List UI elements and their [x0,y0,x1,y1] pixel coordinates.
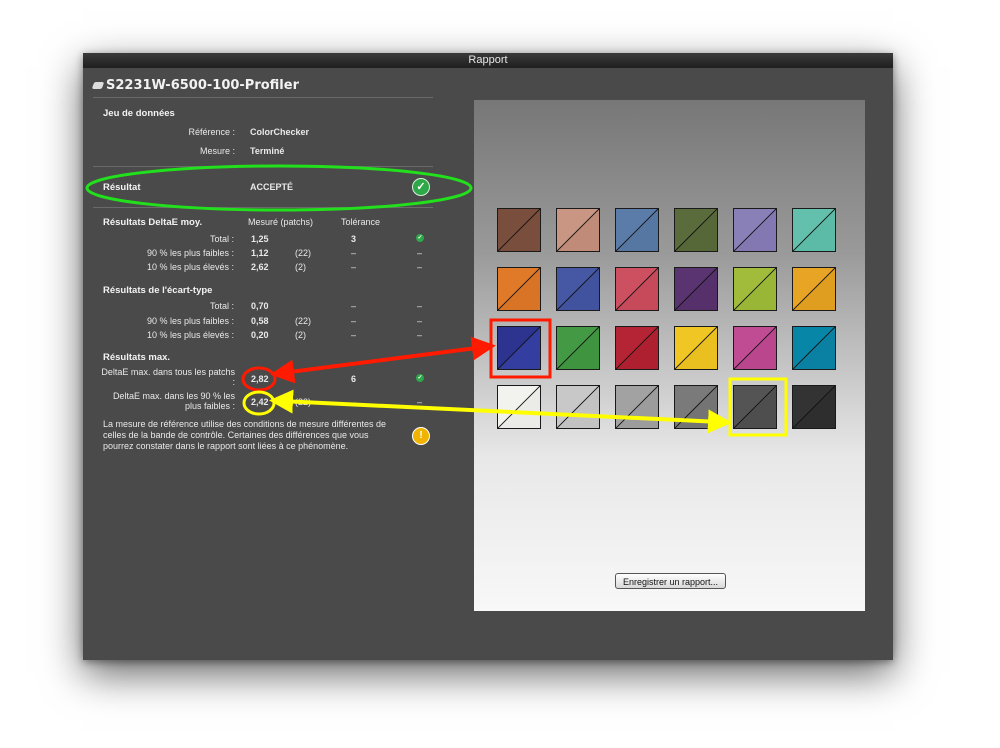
colorchecker-panel: Enregistrer un rapport... [474,100,865,611]
divider [93,166,433,167]
profile-title-text: S2231W-6500-100-Profiler [106,78,299,93]
check-icon: ✓ [416,234,424,242]
deltae-90-patches: (22) [295,248,312,258]
color-patch [792,267,836,311]
deltae-10-label: 10 % les plus élevés : [146,262,234,272]
deltae-total-value: 1,25 [251,234,269,244]
save-report-button[interactable]: Enregistrer un rapport... [615,573,726,589]
max-90-tolerance: – [351,397,357,407]
max-all-tolerance: 6 [351,374,357,384]
color-patch [733,208,777,252]
stddev-10-patches: (2) [295,330,306,340]
color-patch [556,326,600,370]
color-patch [497,326,541,370]
color-patch [674,326,718,370]
color-patch [674,267,718,311]
color-patch [497,385,541,429]
color-patch [674,208,718,252]
stddev-90-value: 0,58 [251,316,269,326]
color-patch [497,267,541,311]
deltae-10-status: – [417,262,423,272]
deltae-10-patches: (2) [295,262,306,272]
result-value: ACCEPTÉ [250,182,294,192]
max-all-label: DeltaE max. dans tous les patchs : [93,367,235,387]
color-patch [556,267,600,311]
measure-label: Mesure : [199,146,235,156]
deltae-90-label: 90 % les plus faibles : [146,248,234,258]
stddev-10-value: 0,20 [251,330,269,340]
color-patch [792,385,836,429]
check-icon: ✓ [412,178,430,196]
stddev-total-label: Total : [209,301,234,311]
col-measured-header: Mesuré (patchs) [248,217,314,227]
max-90-label: DeltaE max. dans les 90 % les plus faibl… [93,391,235,411]
profile-title: S2231W-6500-100-Profiler [91,78,299,93]
color-patch [615,208,659,252]
max-90-status: – [417,397,423,407]
stddev-90-label: 90 % les plus faibles : [146,316,234,326]
stddev-90-tolerance: – [351,316,357,326]
profile-icon [91,82,105,89]
stddev-header: Résultats de l'écart-type [103,285,213,296]
dataset-header: Jeu de données [103,108,175,119]
stddev-total-status: – [417,301,423,311]
note-line2: celles de la bande de contrôle. Certaine… [103,430,369,440]
reference-label: Référence : [188,127,235,137]
deltae-total-label: Total : [209,234,234,244]
deltae-90-status: – [417,248,423,258]
note-line1: La mesure de référence utilise des condi… [103,419,386,429]
stddev-90-status: – [417,316,423,326]
color-patch [792,208,836,252]
stddev-90-patches: (22) [295,316,312,326]
color-patch [674,385,718,429]
max-header: Résultats max. [103,352,171,363]
stddev-total-value: 0,70 [251,301,269,311]
color-patch [497,208,541,252]
window-title: Rapport [83,53,893,68]
reference-note: La mesure de référence utilise des condi… [103,419,386,452]
report-window: Rapport S2231W-6500-100-Profiler Jeu de … [83,53,893,660]
color-patch [556,385,600,429]
color-patch [733,326,777,370]
stddev-10-status: – [417,330,423,340]
max-all-label-line2: : [232,377,235,387]
stddev-10-label: 10 % les plus élevés : [146,330,234,340]
deltae-90-value: 1,12 [251,248,269,258]
color-patch [733,267,777,311]
color-patch [615,267,659,311]
deltae-total-tolerance: 3 [351,234,357,244]
divider [93,207,433,208]
note-line3: pourrez constater dans le rapport sont l… [103,441,349,451]
stddev-total-tolerance: – [351,301,357,311]
max-all-value: 2,82 [251,374,269,384]
result-label: Résultat [103,182,141,193]
reference-value: ColorChecker [250,127,310,137]
measure-value: Terminé [250,146,285,156]
color-patch [792,326,836,370]
deltae-90-tolerance: – [351,248,357,258]
deltae-10-value: 2,62 [251,262,269,272]
max-all-label-line1: DeltaE max. dans tous les patchs [101,367,235,377]
max-90-label-line2: plus faibles : [184,401,235,411]
col-tolerance-header: Tolérance [341,217,381,227]
check-icon: ✓ [416,374,424,382]
max-90-patches: (22) [295,397,312,407]
color-patch [733,385,777,429]
max-90-label-line1: DeltaE max. dans les 90 % les [112,391,235,401]
color-patch [615,385,659,429]
stddev-10-tolerance: – [351,330,357,340]
divider [93,97,433,98]
color-patch [615,326,659,370]
color-patch [556,208,600,252]
deltae-avg-header: Résultats DeltaE moy. [103,217,203,228]
warning-icon[interactable]: ! [412,427,430,445]
max-90-value: 2,42 [251,397,269,407]
deltae-10-tolerance: – [351,262,357,272]
